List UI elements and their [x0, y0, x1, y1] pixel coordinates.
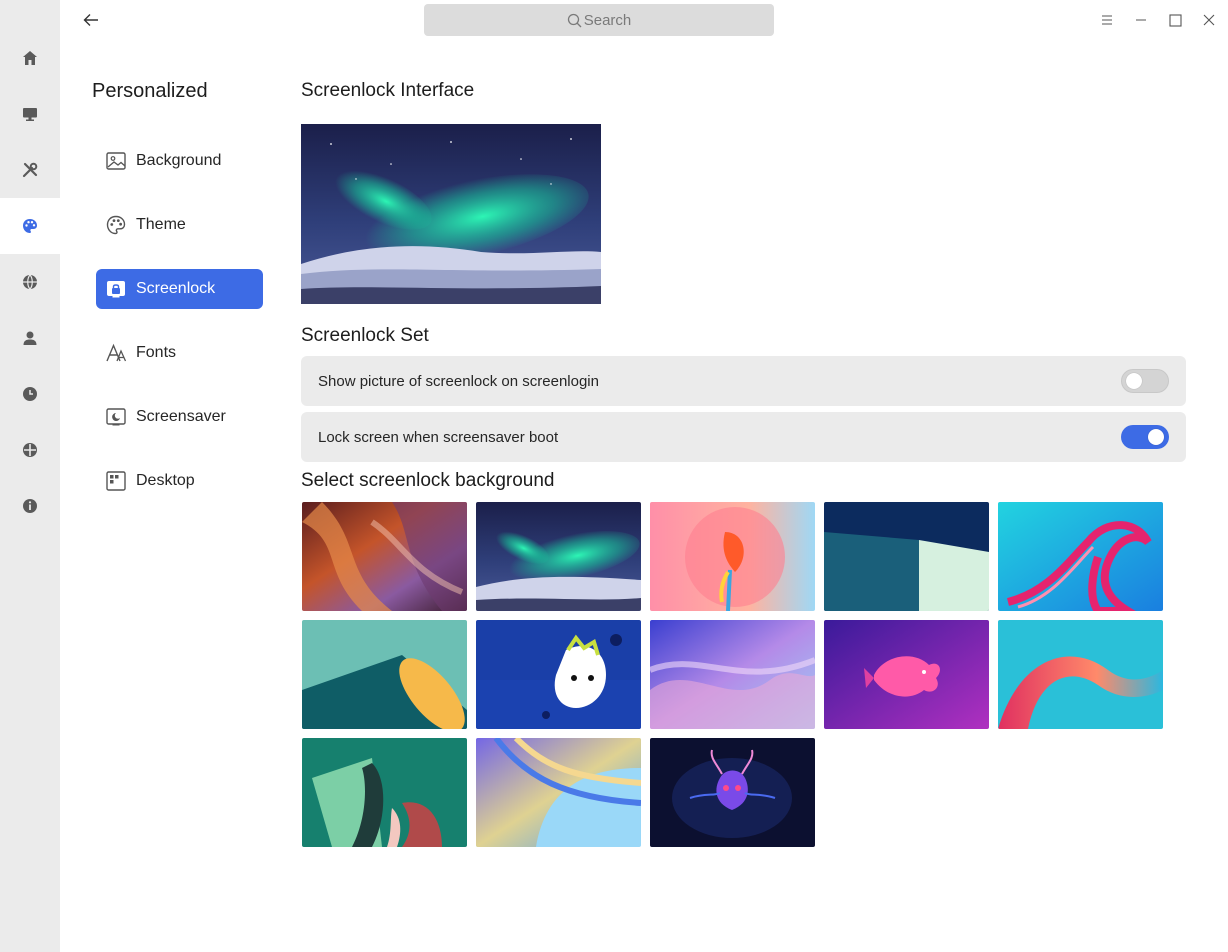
globe-icon [23, 274, 37, 290]
nav-item-label: Screensaver [136, 408, 226, 425]
search-box[interactable]: Search [424, 4, 774, 36]
screenlock-set-title: Screenlock Set [301, 325, 429, 346]
nav-item-desktop[interactable]: Desktop [96, 461, 263, 501]
wallpaper-aurora[interactable] [476, 502, 641, 611]
setting-label: Show picture of screenlock on screenlogi… [318, 372, 599, 390]
rail-update[interactable] [0, 422, 60, 478]
nav-item-label: Screenlock [136, 280, 216, 297]
toggle-knob [1148, 429, 1164, 445]
nav-item-background[interactable]: Background [96, 141, 263, 181]
desktop-icon [104, 469, 128, 493]
close-icon [1203, 14, 1215, 26]
monitor-icon [23, 108, 37, 121]
screenlock-interface-title: Screenlock Interface [301, 80, 475, 101]
rail-datetime[interactable] [0, 366, 60, 422]
wallpaper-pink-ribbon[interactable] [998, 502, 1163, 611]
palette-icon [104, 213, 128, 237]
image-icon [104, 149, 128, 173]
lock-screen-toggle[interactable] [1121, 425, 1169, 449]
minimize-button[interactable] [1131, 10, 1151, 30]
tools-icon [22, 162, 38, 178]
fonts-icon [104, 341, 128, 365]
wallpaper-purple-wave[interactable] [650, 620, 815, 729]
info-icon [23, 499, 37, 513]
update-icon [23, 443, 37, 457]
setting-row-lock-on-screensaver: Lock screen when screensaver boot [301, 412, 1186, 462]
minimize-icon [1136, 19, 1146, 21]
screenlock-icon [104, 277, 128, 301]
rail-display[interactable] [0, 86, 60, 142]
home-icon [23, 51, 37, 65]
menu-button[interactable] [1097, 10, 1117, 30]
wallpaper-teal-geometric[interactable] [824, 502, 989, 611]
nav-item-fonts[interactable]: Fonts [96, 333, 263, 373]
back-button[interactable] [78, 8, 104, 32]
clock-icon [23, 387, 37, 401]
setting-row-show-picture: Show picture of screenlock on screenlogi… [301, 356, 1186, 406]
select-background-title: Select screenlock background [301, 470, 555, 491]
screensaver-icon [104, 405, 128, 429]
rail-about[interactable] [0, 478, 60, 534]
nav-item-label: Theme [136, 216, 186, 233]
nav-item-screensaver[interactable]: Screensaver [96, 397, 263, 437]
nav-item-theme[interactable]: Theme [96, 205, 263, 245]
nav-item-label: Fonts [136, 344, 177, 361]
search-icon [567, 13, 582, 27]
wallpaper-purple-fish[interactable] [824, 620, 989, 729]
user-icon [23, 331, 37, 345]
rail-personalized[interactable] [0, 198, 60, 254]
search-placeholder: Search [583, 11, 632, 29]
wallpaper-green-fold[interactable] [302, 738, 467, 847]
wallpaper-blue-swirl[interactable] [476, 738, 641, 847]
wallpaper-dark-creature[interactable] [650, 738, 815, 847]
menu-icon [1102, 15, 1112, 25]
show-picture-toggle[interactable] [1121, 369, 1169, 393]
toggle-knob [1126, 373, 1142, 389]
wallpaper-pink-flower[interactable] [650, 502, 815, 611]
wallpaper-blue-cat[interactable] [476, 620, 641, 729]
rail-home[interactable] [0, 30, 60, 86]
rail-devices[interactable] [0, 142, 60, 198]
nav-item-label: Desktop [136, 472, 195, 489]
close-button[interactable] [1199, 10, 1219, 30]
maximize-icon [1168, 13, 1182, 27]
setting-label: Lock screen when screensaver boot [318, 428, 559, 446]
palette-icon [23, 219, 37, 233]
rail-account[interactable] [0, 310, 60, 366]
screenlock-preview [301, 124, 601, 304]
rail-network[interactable] [0, 254, 60, 310]
nav-item-label: Background [136, 152, 222, 169]
wallpaper-teal-dune[interactable] [302, 620, 467, 729]
arrow-left-icon [83, 14, 98, 26]
nav-title: Personalized [92, 80, 208, 102]
side-rail [0, 0, 60, 952]
wallpaper-canyon[interactable] [302, 502, 467, 611]
maximize-button[interactable] [1165, 10, 1185, 30]
nav-item-screenlock[interactable]: Screenlock [96, 269, 263, 309]
wallpaper-ribbon-wave[interactable] [998, 620, 1163, 729]
